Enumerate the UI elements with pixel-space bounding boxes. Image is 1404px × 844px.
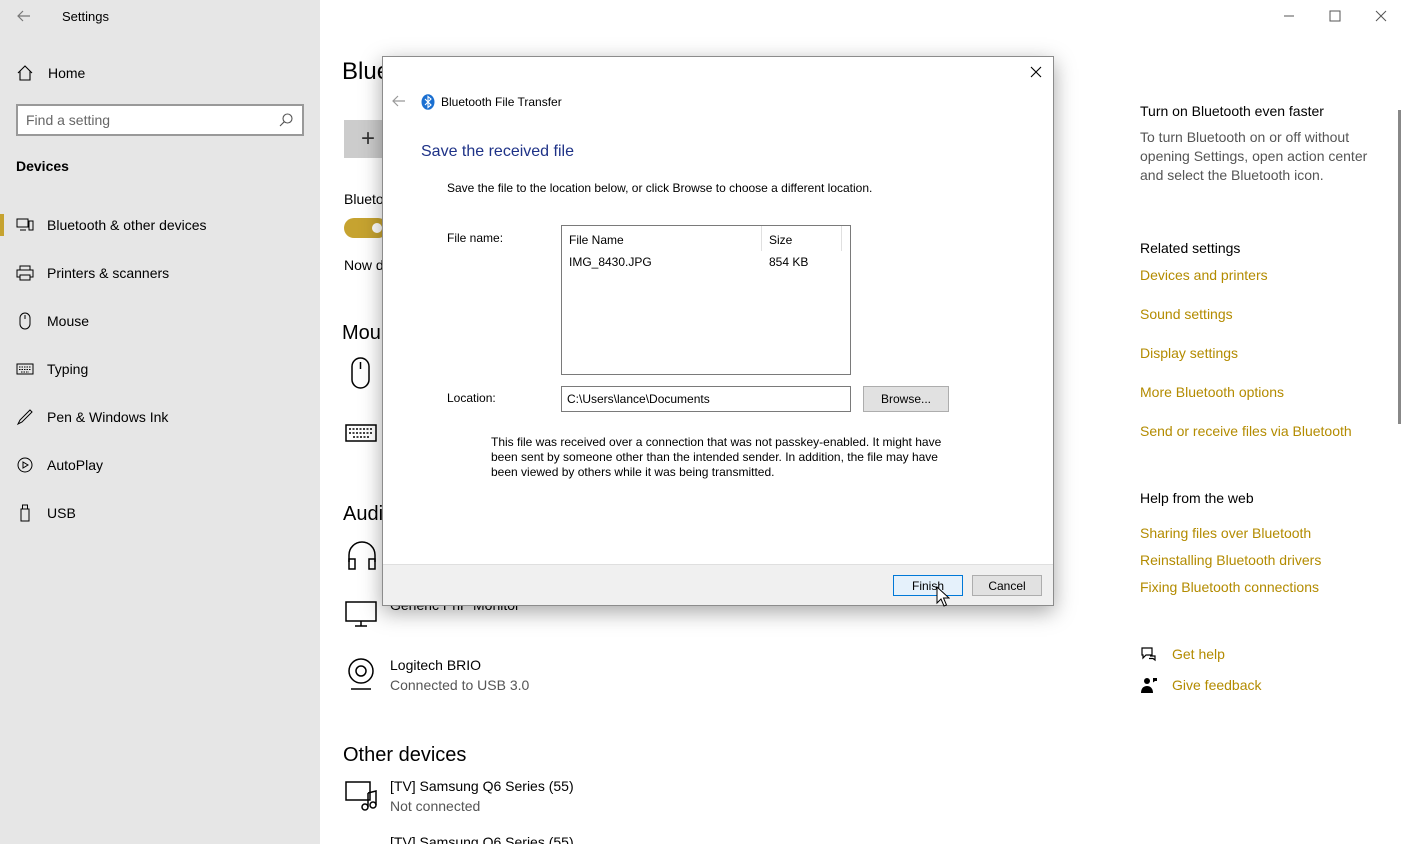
location-input[interactable] bbox=[561, 386, 851, 412]
webcam-icon bbox=[344, 656, 380, 692]
monitor-icon bbox=[344, 596, 380, 632]
headphones-icon bbox=[344, 538, 380, 574]
finish-button[interactable]: Finish bbox=[893, 575, 963, 596]
webcam-name[interactable]: Logitech BRIO bbox=[390, 657, 481, 673]
bluetooth-faster-heading: Turn on Bluetooth even faster bbox=[1140, 103, 1324, 119]
help-chat-icon bbox=[1140, 645, 1158, 663]
dialog-title: Bluetooth File Transfer bbox=[441, 95, 562, 109]
bluetooth-label: Blueto bbox=[344, 191, 384, 207]
webcam-status: Connected to USB 3.0 bbox=[390, 677, 530, 693]
bluetooth-devices-icon bbox=[16, 216, 34, 234]
file-list[interactable]: File Name Size IMG_8430.JPG 854 KB bbox=[561, 225, 851, 375]
sidebar-item-label: Bluetooth & other devices bbox=[47, 217, 207, 233]
sidebar-item-label: Printers & scanners bbox=[47, 265, 170, 281]
minimize-icon bbox=[1284, 15, 1294, 17]
link-sharing-files[interactable]: Sharing files over Bluetooth bbox=[1140, 525, 1311, 541]
sidebar-item-label: Pen & Windows Ink bbox=[47, 409, 169, 425]
browse-button[interactable]: Browse... bbox=[863, 386, 949, 412]
plus-icon: + bbox=[360, 125, 375, 152]
close-window-button[interactable] bbox=[1358, 0, 1404, 32]
dialog-back-button[interactable] bbox=[391, 93, 407, 109]
feedback-person-icon bbox=[1140, 676, 1158, 694]
sidebar-item-pen[interactable]: Pen & Windows Ink bbox=[0, 397, 320, 437]
link-sound-settings[interactable]: Sound settings bbox=[1140, 306, 1233, 322]
dialog-footer: Finish Cancel bbox=[383, 564, 1053, 605]
back-arrow-icon[interactable] bbox=[14, 6, 34, 26]
sidebar-item-label: USB bbox=[47, 505, 76, 521]
media-device-icon bbox=[344, 777, 380, 813]
mouse-cursor-icon bbox=[936, 585, 951, 608]
section-label-devices: Devices bbox=[16, 158, 69, 174]
get-help-label: Get help bbox=[1172, 646, 1225, 662]
sidebar-item-autoplay[interactable]: AutoPlay bbox=[0, 445, 320, 485]
help-web-heading: Help from the web bbox=[1140, 490, 1254, 506]
file-row-size: 854 KB bbox=[769, 255, 809, 269]
home-icon bbox=[16, 64, 34, 82]
cancel-button[interactable]: Cancel bbox=[972, 575, 1042, 596]
bluetooth-faster-text: To turn Bluetooth on or off without open… bbox=[1140, 129, 1368, 183]
dialog-close-button[interactable] bbox=[1025, 61, 1047, 83]
mouse-device-icon bbox=[344, 355, 380, 391]
other-devices-heading: Other devices bbox=[343, 744, 467, 766]
autoplay-icon bbox=[16, 456, 34, 474]
sidebar-item-usb[interactable]: USB bbox=[0, 493, 320, 533]
location-label: Location: bbox=[447, 391, 496, 405]
dialog-instruction: Save the file to the location below, or … bbox=[447, 181, 873, 195]
file-name-label: File name: bbox=[447, 231, 504, 245]
column-header-file-name[interactable]: File Name bbox=[562, 226, 762, 251]
usb-icon bbox=[16, 504, 34, 522]
sidebar: Settings Home Devices Bluetooth & other … bbox=[0, 0, 320, 844]
search-icon[interactable] bbox=[278, 112, 294, 128]
close-icon bbox=[1375, 10, 1387, 22]
link-devices-printers[interactable]: Devices and printers bbox=[1140, 267, 1268, 283]
get-help-link[interactable]: Get help bbox=[1140, 645, 1225, 663]
link-reinstalling-drivers[interactable]: Reinstalling Bluetooth drivers bbox=[1140, 552, 1321, 568]
sidebar-item-typing[interactable]: Typing bbox=[0, 349, 320, 389]
tv2-name[interactable]: [TV] Samsung Q6 Series (55) bbox=[390, 834, 574, 844]
sidebar-item-label: Mouse bbox=[47, 313, 90, 329]
bluetooth-file-transfer-dialog: Bluetooth File Transfer Save the receive… bbox=[382, 56, 1054, 606]
keyboard-device-icon bbox=[344, 416, 380, 452]
give-feedback-link[interactable]: Give feedback bbox=[1140, 676, 1262, 694]
audio-heading: Audi bbox=[343, 503, 384, 525]
minimize-button[interactable] bbox=[1266, 0, 1312, 32]
mouse-icon bbox=[16, 312, 34, 330]
sidebar-item-bluetooth[interactable]: Bluetooth & other devices bbox=[0, 205, 320, 245]
file-row[interactable]: IMG_8430.JPG 854 KB bbox=[562, 252, 842, 269]
passkey-warning-text: This file was received over a connection… bbox=[491, 435, 942, 479]
keyboard-icon bbox=[16, 360, 34, 378]
search-input[interactable] bbox=[26, 112, 278, 128]
link-display-settings[interactable]: Display settings bbox=[1140, 345, 1238, 361]
close-icon bbox=[1030, 66, 1042, 78]
link-more-bluetooth[interactable]: More Bluetooth options bbox=[1140, 384, 1284, 400]
sidebar-item-label: Typing bbox=[47, 361, 89, 377]
file-list-header: File Name Size bbox=[562, 226, 844, 251]
scrollbar[interactable] bbox=[1398, 110, 1401, 424]
link-send-receive-files[interactable]: Send or receive files via Bluetooth bbox=[1140, 423, 1352, 439]
printer-icon bbox=[16, 264, 34, 282]
sidebar-item-label: AutoPlay bbox=[47, 457, 104, 473]
pen-icon bbox=[16, 408, 34, 426]
maximize-icon bbox=[1329, 10, 1341, 22]
maximize-button[interactable] bbox=[1312, 0, 1358, 32]
home-label: Home bbox=[48, 65, 86, 81]
related-settings-heading: Related settings bbox=[1140, 240, 1241, 256]
now-discoverable-text: Now d bbox=[344, 257, 384, 273]
dialog-heading: Save the received file bbox=[421, 143, 574, 160]
sidebar-item-printers[interactable]: Printers & scanners bbox=[0, 253, 320, 293]
link-fixing-connections[interactable]: Fixing Bluetooth connections bbox=[1140, 579, 1319, 595]
mouse-heading: Mou bbox=[342, 322, 381, 344]
file-row-name: IMG_8430.JPG bbox=[569, 255, 652, 269]
tv1-status: Not connected bbox=[390, 798, 481, 814]
tv1-name[interactable]: [TV] Samsung Q6 Series (55) bbox=[390, 778, 574, 794]
app-title: Settings bbox=[62, 9, 109, 24]
sidebar-item-mouse[interactable]: Mouse bbox=[0, 301, 320, 341]
give-feedback-label: Give feedback bbox=[1172, 677, 1262, 693]
bluetooth-icon bbox=[421, 94, 435, 110]
search-box[interactable] bbox=[16, 104, 304, 136]
home-link[interactable]: Home bbox=[16, 62, 85, 84]
back-arrow-icon bbox=[392, 95, 405, 107]
column-header-size[interactable]: Size bbox=[762, 226, 842, 251]
